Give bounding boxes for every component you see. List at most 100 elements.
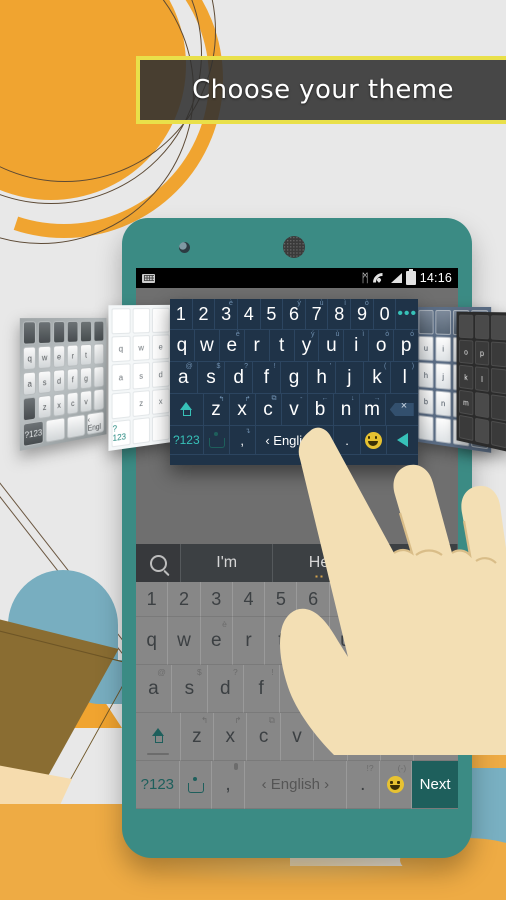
preview-key-7[interactable]: ù7 [305, 299, 329, 330]
key-3[interactable]: 3 [200, 582, 233, 617]
key-r[interactable]: r [232, 617, 266, 665]
key-8[interactable]: 8 [362, 582, 395, 617]
preview-key-i[interactable]: ìi [344, 330, 370, 362]
preview-key-x[interactable]: ↱ x [229, 394, 256, 426]
preview-key-8[interactable]: ì8 [328, 299, 352, 330]
preview-key-w[interactable]: w [194, 330, 220, 362]
preview-key-2[interactable]: 2 [192, 299, 216, 330]
key-x[interactable]: ↱ x [214, 713, 248, 761]
key-6[interactable]: 6 [297, 582, 330, 617]
key-w[interactable]: w [168, 617, 201, 665]
preview-symbols-key[interactable]: ?123 [170, 426, 204, 455]
space-key[interactable]: ‹ English › [244, 761, 347, 809]
preview-key-5[interactable]: 5 [260, 299, 284, 330]
key-b[interactable]: ← b [314, 713, 348, 761]
key-q[interactable]: q [136, 617, 169, 665]
theme-thumbnail-black[interactable]: o p k l m [456, 311, 506, 453]
key-y[interactable]: ýy [297, 617, 330, 665]
key-0[interactable]: 0 [426, 582, 458, 617]
preview-key-6[interactable]: ý6 [283, 299, 306, 330]
key-v[interactable]: -v [280, 713, 315, 761]
preview-key-u[interactable]: ùu [319, 330, 345, 362]
preview-key-d[interactable]: ? d [225, 362, 254, 394]
shift-key[interactable] [136, 713, 181, 761]
key-7[interactable]: 7 [329, 582, 363, 617]
language-switch-key[interactable] [179, 761, 213, 809]
key-f[interactable]: ! f [243, 665, 280, 713]
preview-key-b[interactable]: ← b [307, 394, 334, 426]
key-4[interactable]: 4 [232, 582, 266, 617]
preview-key-0[interactable]: 0 [373, 299, 397, 330]
key-l[interactable]: ) l [423, 665, 458, 713]
preview-key-p[interactable]: óp [394, 330, 418, 362]
key-z[interactable]: ↰ z [180, 713, 215, 761]
key-1[interactable]: 1 [136, 582, 169, 617]
preview-key-o[interactable]: òo [369, 330, 395, 362]
preview-key-q[interactable]: q [170, 330, 195, 362]
preview-space-key[interactable]: ‹ English › [255, 426, 335, 455]
preview-key-l[interactable]: ) l [391, 362, 418, 394]
suggestion-item-2[interactable]: He [273, 544, 366, 582]
preview-enter-key[interactable] [386, 426, 418, 455]
key-e[interactable]: èe [200, 617, 233, 665]
preview-key-g[interactable]: g [280, 362, 309, 394]
key-c[interactable]: ⧉ c [247, 713, 281, 761]
key-5[interactable]: 5 [265, 582, 298, 617]
preview-key-4[interactable]: 4 [237, 299, 261, 330]
symbols-key[interactable]: ?123 [136, 761, 180, 809]
backspace-key[interactable] [414, 713, 458, 761]
key-g[interactable]: g [279, 665, 316, 713]
preview-key-v[interactable]: -v [281, 394, 308, 426]
preview-language-key[interactable] [203, 426, 230, 455]
preview-key-z[interactable]: ↰ z [203, 394, 230, 426]
preview-more-key[interactable]: ••• [396, 299, 418, 330]
theme-thumbnail-silver[interactable]: q w e r t a s d f g z x c v ?123 ‹ Engl [19, 317, 107, 451]
theme-preview-keyboard[interactable]: 1 2 è3 4 5 ý6 ù7 ì8 ò9 0 ••• q w èe r t … [170, 299, 418, 465]
preview-key-a[interactable]: @ a [170, 362, 198, 394]
preview-key-e[interactable]: èe [219, 330, 245, 362]
key-k[interactable]: (k [387, 665, 424, 713]
preview-key-t[interactable]: t [269, 330, 295, 362]
preview-key-9[interactable]: ò9 [351, 299, 374, 330]
thumb-key [22, 321, 37, 345]
preview-key-r[interactable]: r [244, 330, 270, 362]
key-p[interactable]: óp [426, 617, 458, 665]
preview-emoji-key[interactable] [360, 426, 387, 455]
action-next-key[interactable]: Next [412, 761, 458, 809]
preview-backspace-key[interactable] [385, 394, 418, 426]
preview-key-1[interactable]: 1 [170, 299, 193, 330]
suggestion-item-3[interactable]: P [366, 544, 458, 582]
key-d[interactable]: ? d [207, 665, 244, 713]
preview-key-c[interactable]: ⧉ c [255, 394, 282, 426]
key-s[interactable]: $ s [171, 665, 208, 713]
preview-comma-key[interactable]: ↴ , [229, 426, 256, 455]
suggestion-item-1[interactable]: I'm [181, 544, 274, 582]
preview-key-k[interactable]: (k [363, 362, 392, 394]
preview-key-n[interactable]: ↓ n [333, 394, 360, 426]
preview-key-h[interactable]: ' h [308, 362, 337, 394]
key-j[interactable]: j [351, 665, 388, 713]
emoji-key[interactable]: (-) [379, 761, 413, 809]
preview-key-y[interactable]: ýy [294, 330, 320, 362]
preview-key-f[interactable]: ! f [253, 362, 281, 394]
thumb-period-key [435, 416, 452, 444]
preview-key-3[interactable]: è3 [215, 299, 238, 330]
period-key[interactable]: !? . [346, 761, 380, 809]
preview-key-m[interactable]: → m [359, 394, 386, 426]
preview-key-j[interactable]: j [336, 362, 364, 394]
search-suggestion-button[interactable] [136, 544, 181, 582]
key-u[interactable]: ùu [329, 617, 363, 665]
key-o[interactable]: òo [394, 617, 427, 665]
preview-key-s[interactable]: $ s [197, 362, 226, 394]
key-i[interactable]: ìi [362, 617, 395, 665]
preview-period-key[interactable]: . [334, 426, 361, 455]
key-2[interactable]: 2 [168, 582, 201, 617]
comma-key[interactable]: , [212, 761, 245, 809]
key-m[interactable]: → m [380, 713, 415, 761]
key-n[interactable]: ↓ n [347, 713, 381, 761]
key-a[interactable]: @ a [136, 665, 172, 713]
preview-shift-key[interactable] [170, 394, 204, 426]
key-t[interactable]: t [265, 617, 298, 665]
key-9[interactable]: 9 [394, 582, 427, 617]
key-h[interactable]: ' h [315, 665, 352, 713]
